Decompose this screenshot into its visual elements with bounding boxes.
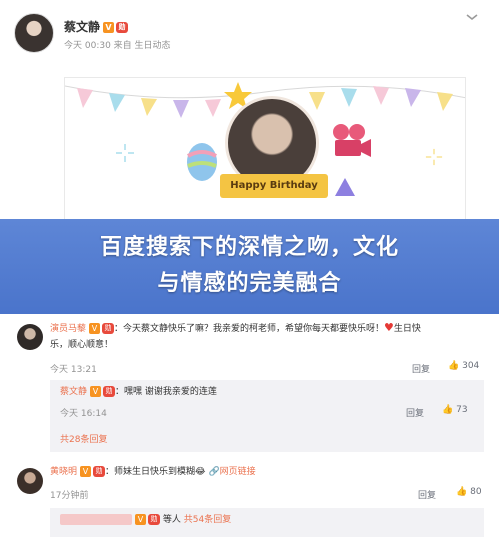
laugh-emoji-icon: 😂: [195, 467, 206, 477]
like-button[interactable]: 👍 304: [448, 361, 479, 371]
web-link[interactable]: 网页链接: [220, 467, 256, 477]
blurred-username: [60, 514, 132, 525]
post-meta: 今天 00:30 来自 生日动态: [64, 41, 171, 51]
sparkle-icon: [116, 144, 134, 162]
author-name-text[interactable]: 蔡文静: [64, 20, 100, 34]
more-replies-link[interactable]: 共54条回复: [184, 515, 231, 525]
verified-badge-icon: V: [89, 323, 101, 334]
commenter-name[interactable]: 黄晓明: [50, 467, 77, 477]
medal-badge-icon: 勋: [103, 386, 116, 397]
verified-badge-icon: V: [103, 22, 115, 33]
reply-time: 今天 16:14: [60, 409, 107, 419]
chevron-down-icon[interactable]: [465, 12, 479, 22]
reply-text: 蔡文静 V 勋：嘿嘿 谢谢我亲爱的连莲: [60, 384, 217, 400]
headline-banner: 百度搜索下的深情之吻，文化 与情感的完美融合: [0, 219, 499, 314]
verified-badge-icon: V: [90, 386, 102, 397]
link-icon: 🔗: [208, 467, 220, 477]
comment-time: 今天 13:21: [50, 365, 97, 375]
commenter-name[interactable]: 演员马藜: [50, 324, 86, 334]
party-confetti-icon: [335, 178, 355, 196]
reply-preview: V勋 等人 共54条回复: [60, 512, 231, 528]
reply-thread: 蔡文静 V 勋：嘿嘿 谢谢我亲爱的连莲 今天 16:14 回复 👍 73 共28条回…: [50, 380, 484, 452]
more-replies-link[interactable]: 共28条回复: [60, 432, 107, 445]
medal-badge-icon: 勋: [102, 323, 115, 334]
medal-badge-icon: 勋: [148, 514, 160, 525]
sparkle-icon: [425, 148, 443, 166]
like-button[interactable]: 👍 73: [442, 405, 468, 415]
comment-body: ：师妹生日快乐到模糊: [105, 467, 196, 477]
headline-line-1: 百度搜索下的深情之吻，文化: [99, 235, 399, 260]
commenter-avatar[interactable]: [17, 468, 43, 494]
weibo-post-page: 蔡文静 V 勋 今天 00:30 来自 生日动态 Happy Birthday …: [0, 0, 499, 537]
reply-thread: V勋 等人 共54条回复: [50, 508, 484, 537]
verified-badge-icon: V: [135, 514, 146, 525]
comment-body-suffix: 生日快: [393, 324, 421, 334]
author-avatar[interactable]: [14, 13, 54, 53]
medal-badge-icon: 勋: [116, 22, 129, 33]
comment-body: ：今天蔡文静快乐了嘛？我亲爱的柯老师，希望你每天都要快乐呀！: [114, 324, 385, 334]
reply-author[interactable]: 蔡文静: [60, 387, 87, 397]
reply-body: ：嘿嘿 谢谢我亲爱的连莲: [115, 387, 217, 397]
commenter-avatar[interactable]: [17, 324, 43, 350]
headline-line-2: 与情感的完美融合: [157, 271, 342, 296]
thumbs-up-icon: 👍: [442, 405, 454, 415]
reply-button[interactable]: 回复: [406, 406, 424, 419]
comment-text: 演员马藜 V 勋：今天蔡文静快乐了嘛？我亲爱的柯老师，希望你每天都要快乐呀！♥生日快…: [50, 320, 480, 353]
like-button[interactable]: 👍 80: [456, 487, 482, 497]
author-name[interactable]: 蔡文静 V 勋: [64, 18, 129, 35]
card-caption: Happy Birthday: [230, 180, 318, 191]
easter-egg-icon: [187, 143, 217, 181]
birthday-card-image[interactable]: Happy Birthday: [64, 77, 466, 227]
comment-body-line-2: 乐，顺心顺意！: [50, 340, 114, 350]
reply-button[interactable]: 回复: [412, 362, 430, 375]
heart-icon: ♥: [384, 321, 394, 334]
medal-badge-icon: 勋: [93, 466, 106, 477]
comment-list: 演员马藜 V 勋：今天蔡文静快乐了嘛？我亲爱的柯老师，希望你每天都要快乐呀！♥生日快…: [0, 314, 499, 537]
thumbs-up-icon: 👍: [448, 361, 460, 371]
thumbs-up-icon: 👍: [456, 487, 468, 497]
like-count: 304: [462, 361, 480, 371]
post-header: 蔡文静 V 勋 今天 00:30 来自 生日动态: [0, 0, 499, 60]
verified-badge-icon: V: [80, 466, 92, 477]
comment-time: 17分钟前: [50, 491, 89, 501]
headline-text: 百度搜索下的深情之吻，文化 与情感的完美融合: [0, 230, 499, 302]
like-count: 80: [470, 487, 482, 497]
reply-button[interactable]: 回复: [418, 488, 436, 501]
comment-text: 黄晓明 V 勋：师妹生日快乐到模糊😂 🔗网页链接: [50, 464, 480, 480]
film-camera-icon: [333, 124, 371, 157]
like-count: 73: [456, 405, 468, 415]
happy-birthday-ribbon: Happy Birthday: [220, 174, 328, 198]
reply-preview-suffix: 等人: [162, 515, 181, 525]
